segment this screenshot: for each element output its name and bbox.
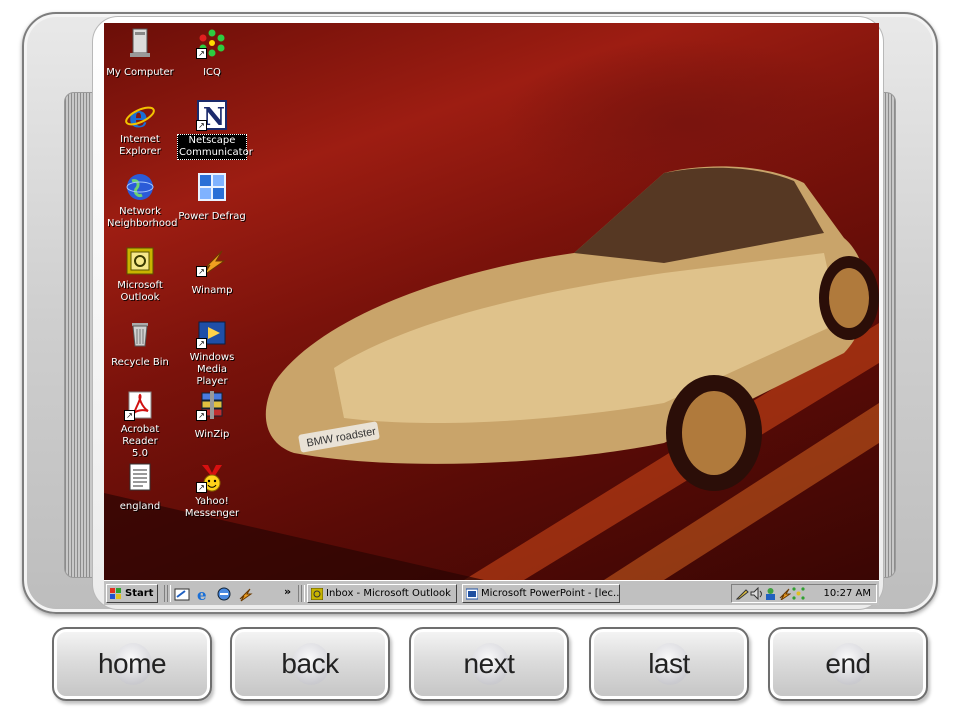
taskbar-separator bbox=[301, 585, 305, 602]
shortcut-arrow-icon: ↗ bbox=[196, 338, 207, 349]
desktop-icon-england[interactable]: england bbox=[104, 461, 176, 514]
desktop-icon-yahoo-messenger[interactable]: ↗ Yahoo! Messenger bbox=[176, 461, 248, 521]
system-tray: 10:27 AM bbox=[731, 584, 877, 603]
desktop-icon-winamp[interactable]: ↗ Winamp bbox=[176, 245, 248, 298]
last-button-label: last bbox=[648, 648, 690, 679]
user-icon[interactable] bbox=[764, 587, 777, 600]
desktop-icon-label: Recycle Bin bbox=[111, 357, 169, 368]
desktop-icon-label: Microsoft Outlook bbox=[117, 280, 163, 303]
show-desktop-icon[interactable] bbox=[174, 586, 190, 602]
shortcut-arrow-icon: ↗ bbox=[196, 266, 207, 277]
task-button-outlook[interactable]: Inbox - Microsoft Outlook bbox=[307, 584, 457, 603]
desktop-icon-winzip[interactable]: ↗ WinZip bbox=[176, 389, 248, 442]
taskbar: Start e » Inbox - Microsoft Outlook Micr… bbox=[104, 580, 879, 605]
desktop-icon-label: Power Defrag bbox=[178, 211, 246, 222]
desktop-icon-label: Winamp bbox=[191, 285, 233, 296]
desktop-icon-label: WinZip bbox=[194, 429, 230, 440]
internet-explorer-icon[interactable]: e bbox=[195, 586, 211, 602]
last-button[interactable]: last bbox=[589, 627, 749, 701]
winamp-icon[interactable] bbox=[237, 586, 253, 602]
internet-explorer-icon: e bbox=[124, 99, 156, 135]
pen-icon[interactable] bbox=[736, 587, 749, 600]
desktop-icon-microsoft-outlook[interactable]: Microsoft Outlook bbox=[104, 245, 176, 305]
desktop-icon-netscape[interactable]: N ↗ Netscape Communicator bbox=[176, 99, 253, 160]
powerpoint-icon bbox=[466, 588, 478, 599]
shortcut-arrow-icon: ↗ bbox=[124, 410, 135, 421]
end-button-label: end bbox=[825, 648, 871, 679]
desktop-icon-label: Acrobat Reader 5.0 bbox=[120, 424, 160, 459]
task-label: Inbox - Microsoft Outlook bbox=[326, 588, 451, 599]
winzip-icon: ↗ bbox=[196, 389, 228, 421]
desktop-icon-power-defrag[interactable]: Power Defrag bbox=[176, 171, 248, 224]
network-globe-icon bbox=[124, 171, 156, 203]
computer-icon bbox=[124, 27, 156, 59]
desktop-icon-label: Netscape Communicator bbox=[177, 134, 253, 160]
desktop-icon-label: Windows Media Player bbox=[189, 352, 235, 387]
document-icon bbox=[124, 461, 156, 493]
outlook-icon bbox=[311, 587, 323, 600]
desktop-icon-label: england bbox=[119, 501, 161, 512]
desktop-icon-label: ICQ bbox=[203, 67, 221, 78]
back-button-label: back bbox=[281, 648, 339, 679]
home-button-label: home bbox=[97, 648, 167, 679]
svg-text:e: e bbox=[197, 586, 207, 602]
desktop-icon-my-computer[interactable]: My Computer bbox=[104, 27, 176, 80]
windows-flag-icon bbox=[110, 587, 121, 599]
back-button[interactable]: back bbox=[230, 627, 390, 701]
winamp-tray-icon[interactable] bbox=[778, 587, 791, 600]
svg-text:e: e bbox=[129, 100, 148, 131]
desktop-icon-recycle-bin[interactable]: Recycle Bin bbox=[104, 317, 176, 370]
acrobat-icon: ↗ bbox=[124, 389, 156, 421]
shortcut-arrow-icon: ↗ bbox=[196, 482, 207, 493]
taskbar-separator bbox=[167, 585, 171, 602]
quick-launch-chevron[interactable]: » bbox=[284, 585, 291, 598]
winamp-icon: ↗ bbox=[196, 245, 228, 277]
channels-icon[interactable] bbox=[216, 586, 232, 602]
taskbar-clock[interactable]: 10:27 AM bbox=[824, 588, 871, 599]
desktop-icon-icq[interactable]: ↗ ICQ bbox=[176, 27, 248, 80]
next-button[interactable]: next bbox=[409, 627, 569, 701]
shortcut-arrow-icon: ↗ bbox=[196, 120, 207, 131]
desktop-icon-acrobat-reader[interactable]: ↗ Acrobat Reader 5.0 bbox=[104, 389, 176, 461]
icq-flower-icon: ↗ bbox=[196, 27, 228, 59]
recycle-bin-icon bbox=[124, 317, 156, 349]
home-button[interactable]: home bbox=[52, 627, 212, 701]
yahoo-messenger-icon: ↗ bbox=[196, 461, 228, 493]
task-button-powerpoint[interactable]: Microsoft PowerPoint - [lec... bbox=[462, 584, 620, 603]
outlook-icon bbox=[124, 245, 156, 277]
network-tray-icon[interactable] bbox=[792, 587, 805, 600]
desktop-icon-label: Internet Explorer bbox=[119, 134, 161, 157]
desktop-icon-windows-media-player[interactable]: ↗ Windows Media Player bbox=[176, 317, 248, 389]
volume-icon[interactable] bbox=[750, 587, 763, 600]
desktop-icon-label: My Computer bbox=[106, 67, 174, 78]
task-label: Microsoft PowerPoint - [lec... bbox=[481, 588, 620, 599]
netscape-icon: N ↗ bbox=[196, 99, 228, 131]
desktop-screen: BMW roadster My Computer ↗ ICQ e Interne… bbox=[104, 23, 879, 605]
shortcut-arrow-icon: ↗ bbox=[196, 410, 207, 421]
desktop-icon-label: Network Neighborhood bbox=[107, 206, 178, 229]
end-button[interactable]: end bbox=[768, 627, 928, 701]
start-button[interactable]: Start bbox=[106, 584, 158, 603]
shortcut-arrow-icon: ↗ bbox=[196, 48, 207, 59]
defrag-icon bbox=[196, 171, 228, 203]
start-label: Start bbox=[125, 588, 154, 599]
media-player-icon: ↗ bbox=[196, 317, 228, 349]
desktop-icon-internet-explorer[interactable]: e Internet Explorer bbox=[104, 99, 176, 159]
desktop-icon-label: Yahoo! Messenger bbox=[184, 496, 240, 519]
next-button-label: next bbox=[463, 648, 515, 679]
desktop-icon-network-neighborhood[interactable]: Network Neighborhood bbox=[104, 171, 178, 231]
